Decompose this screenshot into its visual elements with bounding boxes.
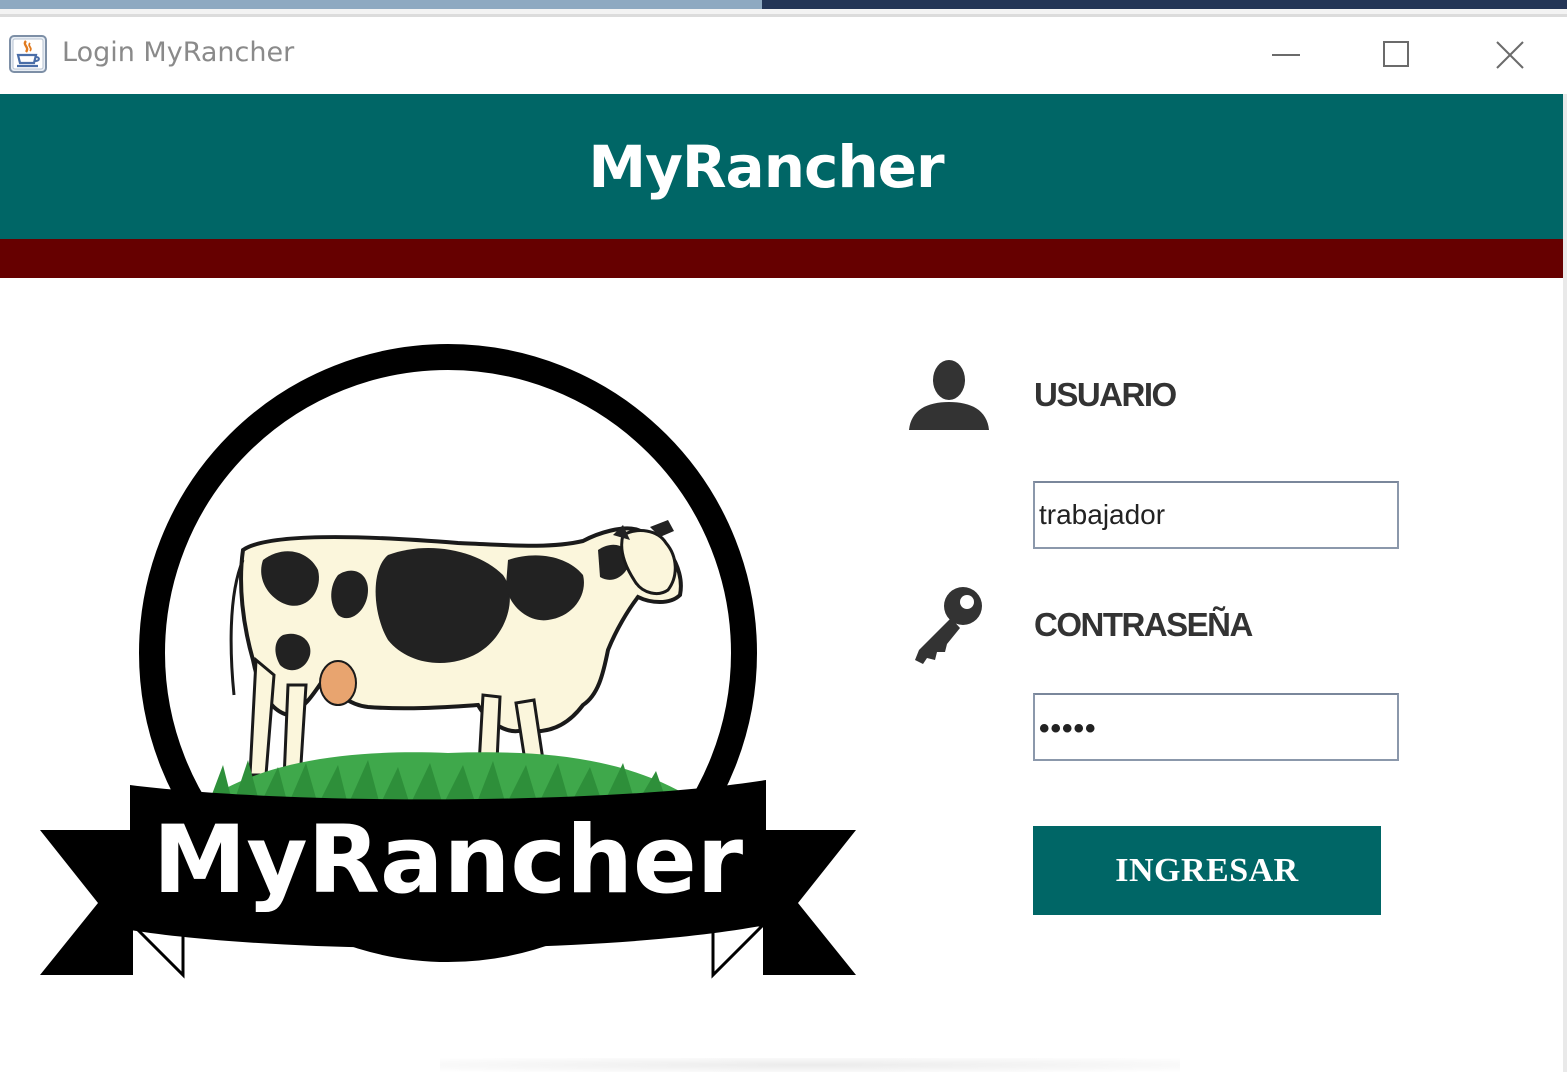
login-button[interactable]: INGRESAR [1033,826,1381,915]
background-window-segment [0,0,762,9]
password-mask: ••••• [1039,712,1097,745]
header-title: MyRancher [588,132,944,201]
desktop-top-strip [0,0,1567,17]
password-input[interactable]: ••••• [1033,693,1399,761]
username-input[interactable]: trabajador [1033,481,1399,549]
key-icon [915,587,982,664]
minimize-icon[interactable] [1264,33,1308,77]
myrancher-logo: MyRancher [40,344,856,979]
header-accent-band [0,239,1567,278]
user-icon [909,360,989,430]
close-icon[interactable] [1488,33,1532,77]
title-bar[interactable]: Login MyRancher [0,17,1567,94]
password-label: CONTRASEÑA [1034,606,1253,643]
username-label: USUARIO [1034,376,1177,413]
window-title: Login MyRancher [62,37,295,68]
logo-banner-text: MyRancher [153,806,744,915]
app-header: MyRancher [0,94,1567,239]
maximize-icon[interactable] [1374,33,1418,77]
java-cup-icon [9,35,47,73]
background-window-segment-dark [762,0,1567,9]
bottom-shadow [440,1058,1180,1072]
window-right-border [1563,94,1567,1072]
